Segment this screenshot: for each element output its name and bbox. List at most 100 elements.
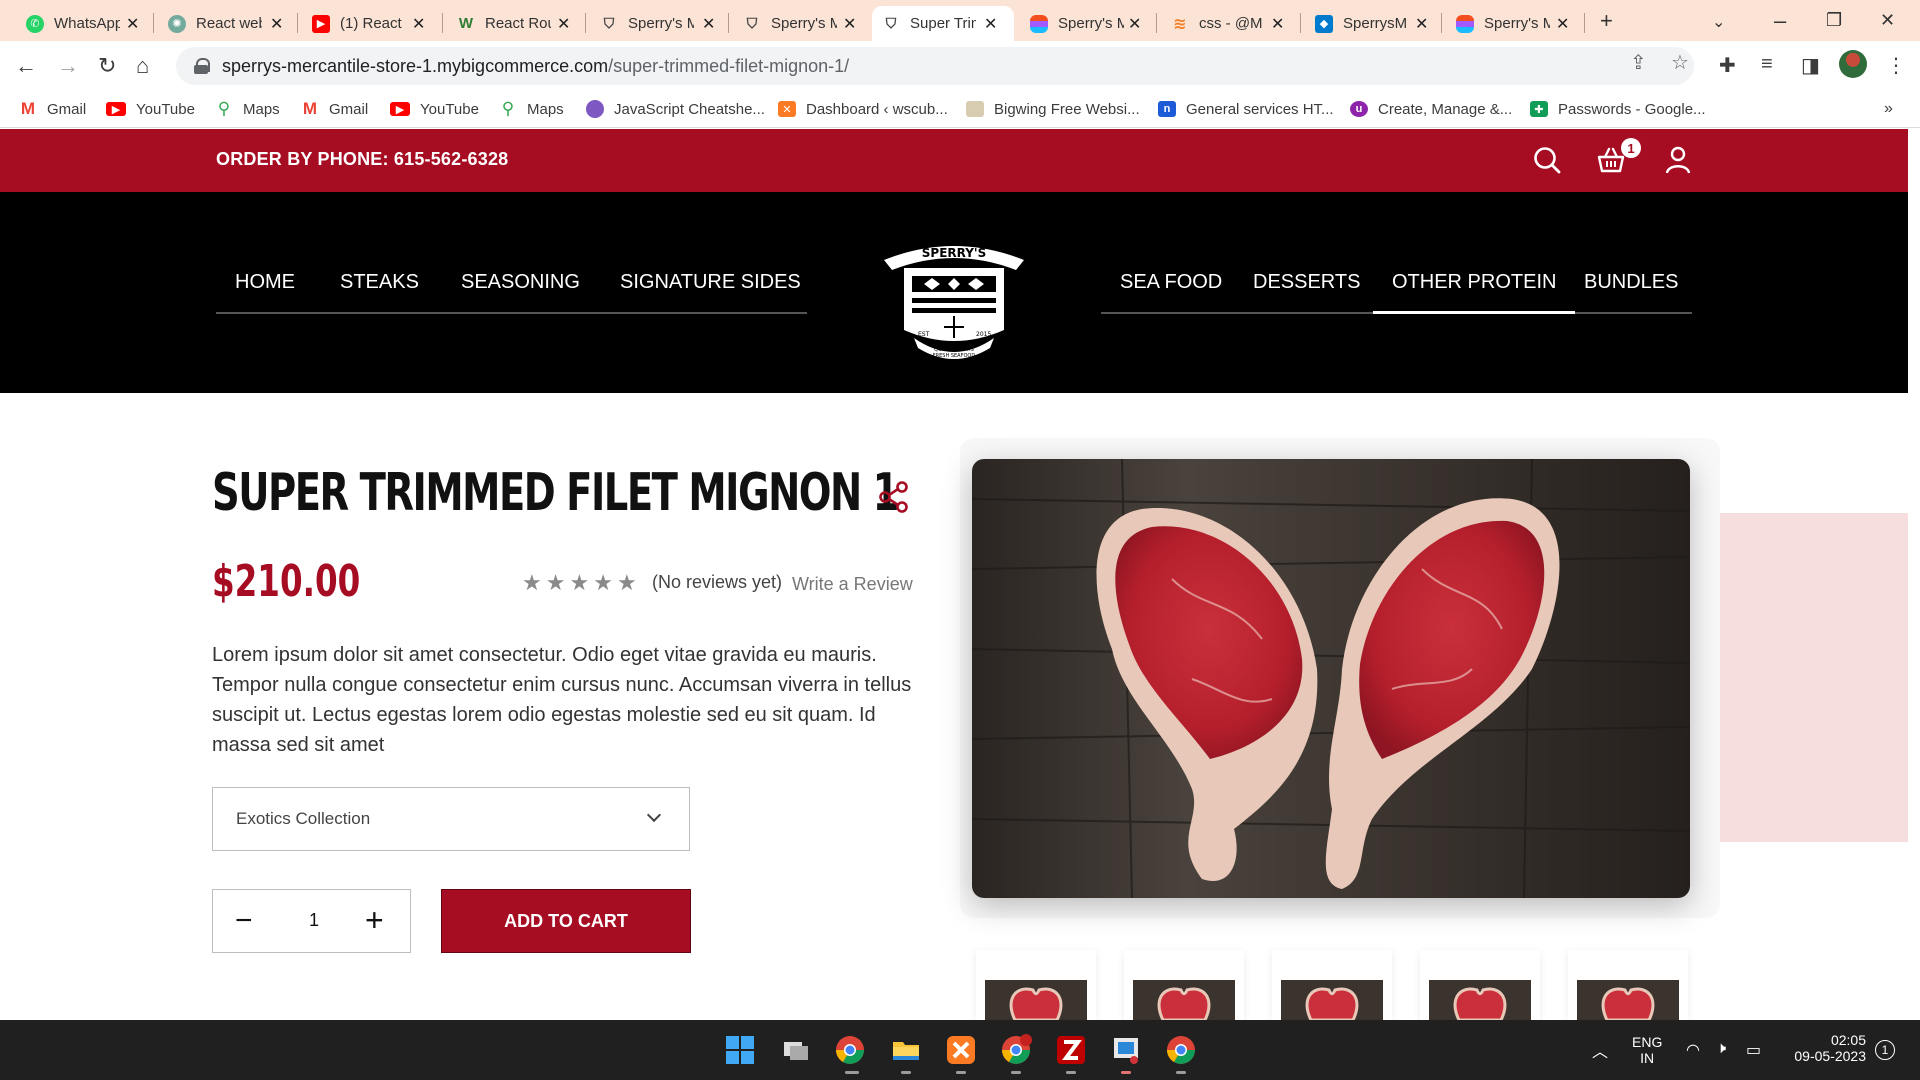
tab-react-router[interactable]: W React Rou ✕: [447, 6, 571, 41]
notification-badge[interactable]: 1: [1875, 1040, 1895, 1060]
forward-arrow-icon[interactable]: →: [57, 53, 79, 79]
search-icon[interactable]: [1532, 145, 1562, 175]
bookmarks-overflow-icon[interactable]: »: [1884, 97, 1893, 121]
nav-bundles[interactable]: BUNDLES: [1584, 271, 1678, 294]
tab-title: React web: [196, 15, 262, 32]
add-to-cart-button[interactable]: ADD TO CART: [441, 889, 691, 953]
profile-avatar[interactable]: [1839, 50, 1867, 78]
windows-taskbar: ︿ ENG IN ◠ 🕨 ▭ 02:05 09-05-2023 1: [0, 1020, 1920, 1080]
lock-icon: [194, 58, 210, 74]
quantity-value[interactable]: 1: [309, 910, 319, 931]
product-thumbnail[interactable]: [976, 950, 1096, 1020]
collection-select-value: Exotics Collection: [236, 809, 371, 828]
product-title: SUPER TRIMMED FILET MIGNON 1: [212, 463, 899, 523]
language-indicator[interactable]: ENG IN: [1632, 1034, 1662, 1066]
wifi-icon[interactable]: ◠: [1686, 1040, 1700, 1060]
product-thumbnail[interactable]: [1124, 950, 1244, 1020]
tab-sperrys-1[interactable]: ⛉ Sperry's M ✕: [590, 6, 716, 41]
star-icon: ★: [545, 570, 566, 595]
minimize-icon[interactable]: –: [1774, 8, 1786, 34]
tray-overflow-chevron-icon[interactable]: ︿: [1592, 1038, 1608, 1062]
bookmark-label: Create, Manage &...: [1378, 100, 1513, 118]
reload-icon[interactable]: ↻: [98, 53, 116, 79]
product-thumbnail[interactable]: [1272, 950, 1392, 1020]
chrome-second-profile-icon[interactable]: [1165, 1034, 1197, 1066]
bookmark-label: JavaScript Cheatshe...: [614, 100, 765, 118]
maps-icon: ⚲: [501, 99, 515, 118]
tab-react-web[interactable]: ✺ React web ✕: [158, 6, 283, 41]
tab-figma-2[interactable]: Sperry's M ✕: [1446, 6, 1569, 41]
tab-search-chevron-icon[interactable]: ⌄: [1712, 12, 1725, 32]
clock[interactable]: 02:05 09-05-2023: [1786, 1032, 1866, 1064]
decrease-quantity-button[interactable]: −: [235, 906, 253, 936]
bookmark-general-services[interactable]: n General services HT...: [1158, 97, 1334, 121]
share-icon[interactable]: [878, 481, 910, 513]
product-thumbnail[interactable]: [1568, 950, 1688, 1020]
kebab-menu-icon[interactable]: ⋮: [1886, 53, 1906, 78]
bookmark-bigwing[interactable]: Bigwing Free Websi...: [966, 97, 1140, 121]
collection-select[interactable]: Exotics Collection: [212, 787, 690, 851]
tab-whatsapp[interactable]: ✆ WhatsApp ✕: [16, 6, 139, 41]
sperrys-logo[interactable]: SPERRY'S MERCANTILE EST 2015 QUALITY MEA…: [874, 220, 1034, 368]
windows-start-icon[interactable]: [724, 1034, 756, 1066]
tab-youtube-react[interactable]: ▶ (1) React ✕: [302, 6, 425, 41]
nav-home[interactable]: HOME: [235, 271, 295, 294]
back-arrow-icon[interactable]: ←: [15, 53, 37, 79]
nav-sea-food[interactable]: SEA FOOD: [1120, 271, 1222, 294]
xampp-icon[interactable]: [945, 1034, 977, 1066]
tab-figma-1[interactable]: Sperry's M ✕: [1020, 6, 1141, 41]
restore-icon[interactable]: ❐: [1826, 10, 1842, 31]
new-tab-icon[interactable]: +: [1600, 8, 1613, 34]
product-main-image[interactable]: [972, 459, 1690, 898]
close-icon[interactable]: ✕: [984, 14, 1004, 34]
logo-title: SPERRY'S: [922, 246, 986, 260]
page-icon: [966, 101, 984, 117]
bookmark-passwords[interactable]: ✚ Passwords - Google...: [1530, 97, 1706, 121]
sheets-icon: ✚: [1530, 101, 1548, 117]
url-path: /super-trimmed-filet-mignon-1/: [608, 55, 850, 76]
bookmark-dashboard[interactable]: ✕ Dashboard ‹ wscub...: [778, 97, 948, 121]
youtube-icon: ▶: [390, 102, 410, 116]
tab-vscode[interactable]: ◆ SperrysM ✕: [1305, 6, 1428, 41]
bookmark-youtube-2[interactable]: ▶ YouTube: [390, 97, 479, 121]
nav-seasoning[interactable]: SEASONING: [461, 271, 580, 294]
battery-icon[interactable]: ▭: [1746, 1040, 1761, 1060]
bookmark-youtube[interactable]: ▶ YouTube: [106, 97, 195, 121]
chrome-profile-icon[interactable]: [1000, 1034, 1032, 1066]
nav-signature-sides[interactable]: SIGNATURE SIDES: [620, 271, 801, 294]
chrome-icon[interactable]: [834, 1034, 866, 1066]
task-view-icon[interactable]: [780, 1034, 812, 1066]
tab-stackoverflow[interactable]: ≋ css - @M ✕: [1161, 6, 1284, 41]
nav-desserts[interactable]: DESSERTS: [1253, 271, 1360, 294]
account-icon[interactable]: [1663, 145, 1693, 175]
avatar-icon: [586, 100, 604, 118]
bookmark-maps[interactable]: ⚲ Maps: [215, 97, 280, 121]
bookmark-maps-2[interactable]: ⚲ Maps: [499, 97, 564, 121]
snipping-tool-icon[interactable]: [1110, 1034, 1142, 1066]
speaker-muted-icon[interactable]: 🕨: [1716, 1040, 1726, 1058]
share-page-icon[interactable]: ⇪: [1630, 50, 1647, 75]
nav-other-protein[interactable]: OTHER PROTEIN: [1372, 271, 1576, 314]
page-scrollbar[interactable]: [1908, 280, 1920, 1020]
language-region: IN: [1640, 1050, 1655, 1066]
bookmark-create-manage[interactable]: u Create, Manage &...: [1350, 97, 1512, 121]
bookmark-js-cheatsheet[interactable]: JavaScript Cheatshe...: [586, 97, 765, 121]
nav-steaks[interactable]: STEAKS: [340, 271, 419, 294]
bookmark-gmail[interactable]: M Gmail: [19, 97, 86, 121]
extensions-icon[interactable]: ✚: [1719, 53, 1736, 78]
address-bar[interactable]: sperrys-mercantile-store-1.mybigcommerce…: [176, 47, 1694, 85]
bookmark-gmail-2[interactable]: M Gmail: [301, 97, 368, 121]
file-explorer-icon[interactable]: [890, 1034, 922, 1066]
tab-sperrys-2[interactable]: ⛉ Sperry's M ✕: [733, 6, 857, 41]
side-panel-icon[interactable]: ◨: [1801, 53, 1820, 78]
write-review-link[interactable]: Write a Review: [792, 574, 913, 595]
media-queue-icon[interactable]: ≡: [1761, 53, 1773, 76]
home-icon[interactable]: ⌂: [136, 53, 149, 79]
filezilla-icon[interactable]: [1055, 1034, 1087, 1066]
sperrys-icon: ⛉: [885, 15, 897, 31]
bookmark-star-icon[interactable]: ☆: [1671, 50, 1689, 75]
product-thumbnail[interactable]: [1420, 950, 1540, 1020]
tab-super-trimmed-active[interactable]: ⛉ Super Trim ✕: [872, 6, 1014, 41]
window-close-icon[interactable]: ✕: [1880, 10, 1895, 31]
increase-quantity-button[interactable]: +: [365, 904, 384, 936]
